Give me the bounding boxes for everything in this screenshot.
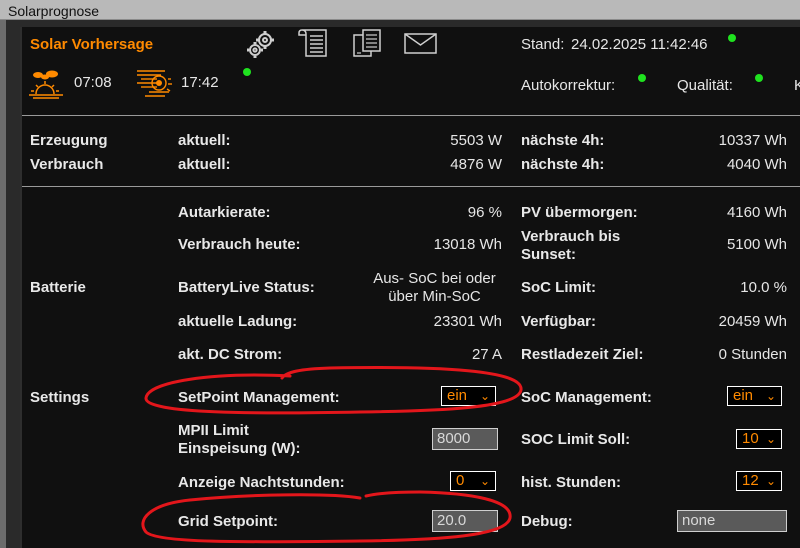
sunset-time: 17:42 bbox=[181, 74, 219, 91]
verbrauch-bis-sunset-value: 5100 Wh bbox=[726, 236, 787, 253]
autarkie-label: Autarkierate: bbox=[178, 204, 271, 221]
debug-value: none bbox=[682, 512, 716, 529]
erzeugung-4h-label: nächste 4h: bbox=[521, 132, 605, 149]
verbrauch-bis-sunset-label: Verbrauch bis Sunset: bbox=[521, 228, 621, 263]
soc-limit-soll-value: 10 bbox=[742, 430, 759, 447]
erzeugung-4h-value: 10337 Wh bbox=[718, 132, 787, 149]
nachtstunden-label: Anzeige Nachtstunden: bbox=[178, 474, 345, 491]
mpii-limit-value: 8000 bbox=[437, 430, 471, 447]
nachtstunden-select[interactable]: 0 ⌄ bbox=[450, 471, 496, 491]
chevron-down-icon: ⌄ bbox=[479, 474, 490, 488]
soc-management-value: ein bbox=[733, 387, 754, 404]
chevron-down-icon: ⌄ bbox=[765, 389, 776, 403]
grid-setpoint-value: 20.0 bbox=[437, 512, 467, 529]
mpii-limit-label: MPII Limit Einspeisung (W): bbox=[178, 422, 301, 457]
erzeugung-label: Erzeugung bbox=[30, 132, 108, 149]
hist-stunden-label: hist. Stunden: bbox=[521, 474, 621, 491]
batterylive-status-value: Aus- SoC bei oder über Min-SoC bbox=[373, 270, 496, 305]
page-title: Solar Vorhersage bbox=[30, 36, 154, 53]
gear-icon[interactable] bbox=[246, 29, 276, 59]
solar-panel: Solar Vorhersage Stand: 24.02.2025 11:42… bbox=[20, 27, 800, 548]
debug-input[interactable]: none bbox=[677, 510, 787, 532]
divider bbox=[22, 186, 800, 187]
mpii-limit-input[interactable]: 8000 bbox=[432, 428, 498, 450]
autarkie-value: 96 % bbox=[467, 204, 502, 221]
restladezeit-label: Restladezeit Ziel: bbox=[521, 346, 644, 363]
stand-value: 24.02.2025 11:42:46 bbox=[571, 36, 708, 53]
sunrise-time: 07:08 bbox=[74, 74, 112, 91]
soc-management-select[interactable]: ein ⌄ bbox=[727, 386, 782, 406]
hist-stunden-select[interactable]: 12 ⌄ bbox=[736, 471, 782, 491]
verbrauch-4h-value: 4040 Wh bbox=[726, 156, 787, 173]
restladezeit-value: 0 Stunden bbox=[718, 346, 787, 363]
verbrauch-aktuell-value: 4876 W bbox=[450, 156, 502, 173]
list-icon[interactable] bbox=[298, 28, 332, 58]
dc-strom-label: akt. DC Strom: bbox=[178, 346, 283, 363]
divider bbox=[22, 115, 800, 116]
chevron-down-icon: ⌄ bbox=[765, 474, 776, 488]
soc-limit-soll-label: SOC Limit Soll: bbox=[521, 431, 631, 448]
verfuegbar-value: 20459 Wh bbox=[718, 313, 787, 330]
soc-management-label: SoC Management: bbox=[521, 389, 652, 406]
stand-status-led bbox=[728, 34, 736, 42]
erzeugung-aktuell-label: aktuell: bbox=[178, 132, 231, 149]
autokorrektur-status-led bbox=[638, 74, 646, 82]
sunset-icon bbox=[137, 70, 172, 97]
sun-status-led bbox=[243, 68, 251, 76]
qualitaet-status-led bbox=[755, 74, 763, 82]
soc-limit-soll-select[interactable]: 10 ⌄ bbox=[736, 429, 782, 449]
stand-label: Stand: bbox=[521, 36, 565, 53]
erzeugung-aktuell-value: 5503 W bbox=[450, 132, 502, 149]
sunrise-icon bbox=[29, 70, 63, 99]
verbrauch-4h-label: nächste 4h: bbox=[521, 156, 605, 173]
debug-label: Debug: bbox=[521, 513, 573, 530]
chevron-down-icon: ⌄ bbox=[765, 432, 776, 446]
verfuegbar-label: Verfügbar: bbox=[521, 313, 597, 330]
mail-icon[interactable] bbox=[404, 33, 438, 55]
grid-setpoint-label: Grid Setpoint: bbox=[178, 513, 278, 530]
aktuelle-ladung-value: 23301 Wh bbox=[433, 313, 502, 330]
settings-section-label: Settings bbox=[30, 389, 90, 406]
chevron-down-icon: ⌄ bbox=[479, 389, 490, 403]
qualitaet-label: Qualität: bbox=[677, 77, 733, 94]
hist-stunden-value: 12 bbox=[742, 472, 759, 489]
cut-off-label: K bbox=[794, 77, 800, 94]
soc-limit-value: 10.0 % bbox=[740, 279, 787, 296]
verbrauch-label: Verbrauch bbox=[30, 156, 104, 173]
soc-limit-label: SoC Limit: bbox=[521, 279, 596, 296]
verbrauch-aktuell-label: aktuell: bbox=[178, 156, 231, 173]
batterylive-status-label: BatteryLive Status: bbox=[178, 279, 315, 296]
batterie-section-label: Batterie bbox=[30, 279, 86, 296]
autokorrektur-label: Autokorrektur: bbox=[521, 77, 616, 94]
pv-uebermorgen-label: PV übermorgen: bbox=[521, 204, 638, 221]
window-title: Solarprognose bbox=[8, 3, 100, 19]
verbrauch-heute-label: Verbrauch heute: bbox=[178, 236, 301, 253]
aktuelle-ladung-label: aktuelle Ladung: bbox=[178, 313, 298, 330]
dc-strom-value: 27 A bbox=[471, 346, 502, 363]
pv-uebermorgen-value: 4160 Wh bbox=[726, 204, 787, 221]
documents-icon[interactable] bbox=[352, 29, 384, 59]
verbrauch-heute-value: 13018 Wh bbox=[433, 236, 502, 253]
setpoint-management-select[interactable]: ein ⌄ bbox=[441, 386, 496, 406]
window-frame: Solar Vorhersage Stand: 24.02.2025 11:42… bbox=[6, 20, 800, 548]
setpoint-management-value: ein bbox=[447, 387, 468, 404]
nachtstunden-value: 0 bbox=[456, 472, 465, 489]
window-titlebar[interactable]: Solarprognose bbox=[0, 0, 800, 20]
setpoint-management-label: SetPoint Management: bbox=[178, 389, 340, 406]
grid-setpoint-input[interactable]: 20.0 bbox=[432, 510, 498, 532]
